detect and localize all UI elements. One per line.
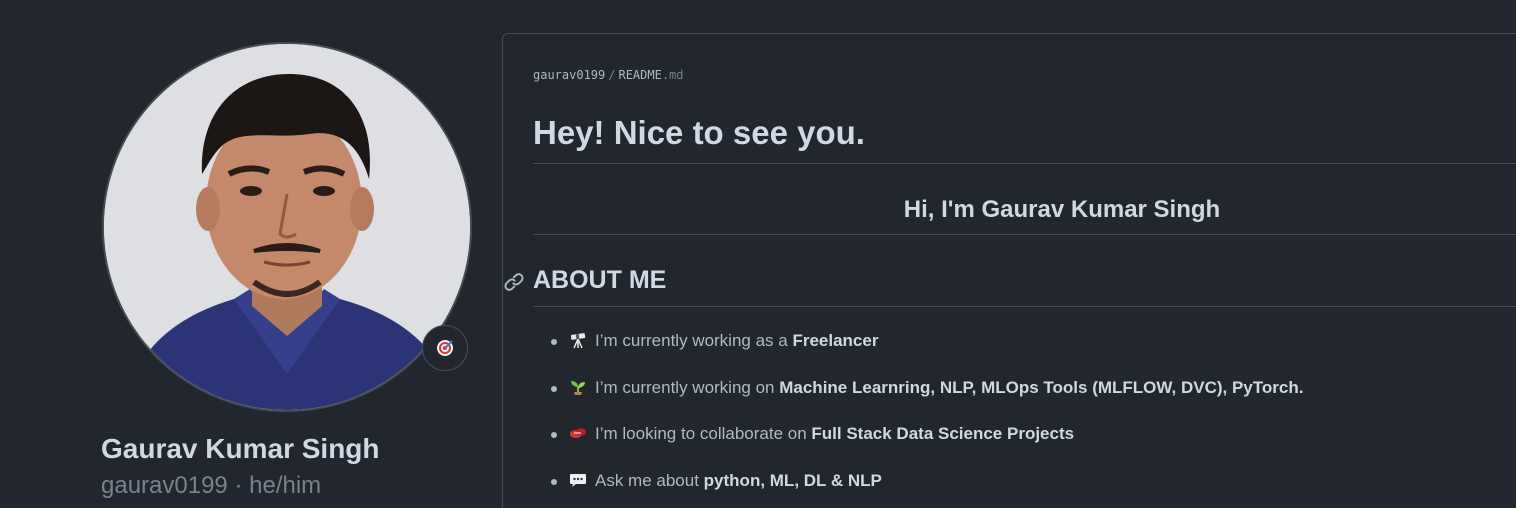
profile-login-line: gaurav0199 · he/him bbox=[101, 472, 321, 501]
handshake-icon bbox=[570, 428, 586, 438]
heading-divider bbox=[533, 163, 1516, 164]
about-divider bbox=[533, 306, 1516, 307]
login-separator: · bbox=[234, 472, 243, 499]
readme-path-ext: .md bbox=[661, 68, 684, 82]
readme-heading: Hey! Nice to see you. bbox=[533, 114, 865, 151]
status-button[interactable] bbox=[422, 325, 468, 371]
avatar-photo bbox=[104, 44, 470, 410]
readme-path-file[interactable]: README bbox=[618, 68, 661, 82]
list-item: I’m currently working as a Freelancer bbox=[549, 330, 1303, 377]
link-icon[interactable] bbox=[503, 271, 525, 293]
readme-path-user[interactable]: gaurav0199 bbox=[533, 68, 605, 82]
list-item-strong: Machine Learnring, NLP, MLOps Tools (MLF… bbox=[779, 377, 1304, 397]
readme-greeting: Hi, I'm Gaurav Kumar Singh bbox=[903, 196, 1221, 223]
speech-bubble-icon bbox=[570, 473, 586, 487]
list-item-plain: I’m currently working on bbox=[595, 377, 780, 397]
list-item-plain: Ask me about bbox=[595, 470, 704, 490]
list-item-text: Ask me about python, ML, DL & NLP bbox=[595, 470, 882, 492]
list-item-strong: Full Stack Data Science Projects bbox=[811, 424, 1075, 443]
list-item: I’m looking to collaborate on Full Stack… bbox=[549, 423, 1303, 470]
list-item-plain: I’m looking to collaborate on bbox=[595, 424, 812, 443]
avatar-container bbox=[102, 42, 472, 412]
list-item-strong: python, ML, DL & NLP bbox=[703, 470, 882, 490]
readme-path: gaurav0199/README.md bbox=[533, 68, 684, 82]
target-icon bbox=[437, 340, 453, 356]
about-list: I’m currently working as a Freelancer I’… bbox=[549, 330, 1303, 508]
list-item-strong: Freelancer bbox=[792, 331, 879, 350]
list-item: Ask me about python, ML, DL & NLP bbox=[549, 470, 1303, 508]
about-heading: ABOUT ME bbox=[533, 266, 667, 294]
list-item-text: I’m currently working on Machine Learnri… bbox=[595, 377, 1303, 399]
readme-path-separator: / bbox=[608, 68, 616, 82]
seedling-icon bbox=[571, 380, 585, 395]
list-item: I’m currently working on Machine Learnri… bbox=[549, 377, 1303, 424]
profile-pronouns: he/him bbox=[249, 472, 322, 499]
profile-name: Gaurav Kumar Singh bbox=[101, 433, 380, 464]
list-item-plain: I’m currently working as a bbox=[595, 331, 793, 350]
list-item-text: I’m looking to collaborate on Full Stack… bbox=[595, 423, 1074, 445]
readme-card: gaurav0199/README.md Hey! Nice to see yo… bbox=[502, 33, 1516, 508]
greeting-divider bbox=[533, 234, 1516, 235]
avatar[interactable] bbox=[102, 42, 472, 412]
profile-login: gaurav0199 bbox=[101, 472, 228, 499]
profile-page: Gaurav Kumar Singh gaurav0199 · he/him g… bbox=[0, 0, 1516, 508]
telescope-icon bbox=[570, 333, 586, 349]
list-item-text: I’m currently working as a Freelancer bbox=[595, 330, 878, 352]
